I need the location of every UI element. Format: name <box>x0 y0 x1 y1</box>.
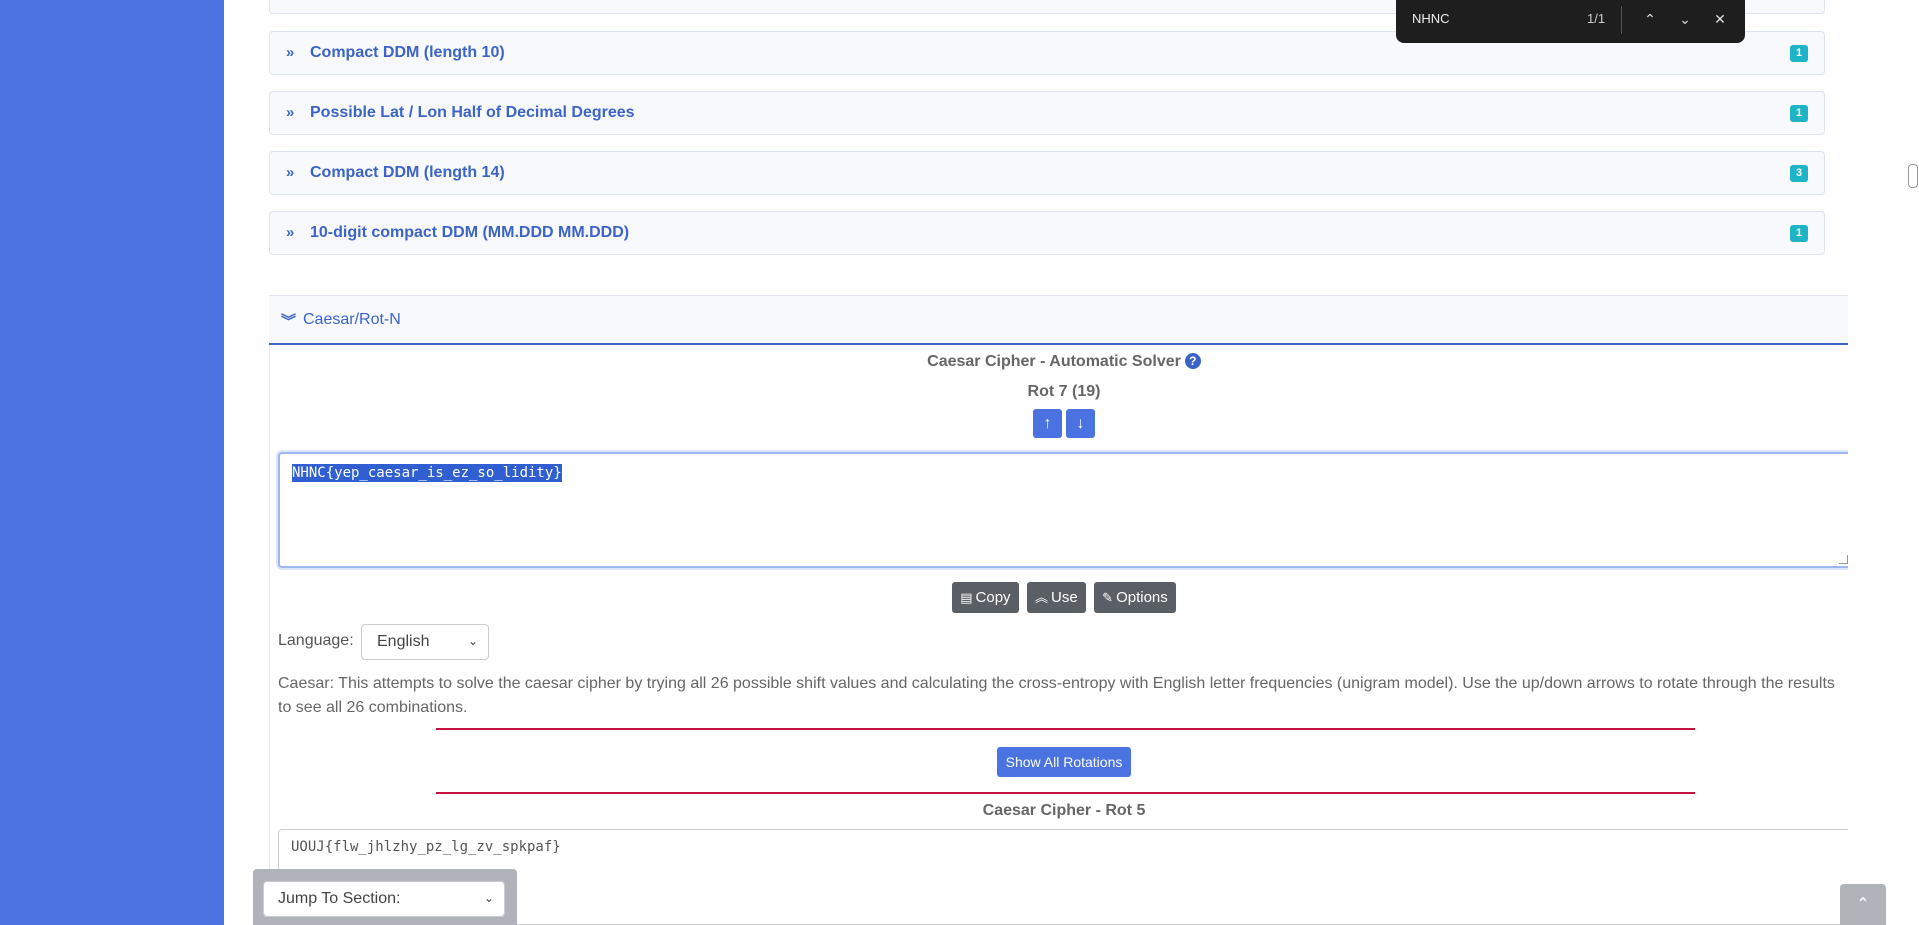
options-button-label: Options <box>1116 589 1168 606</box>
chevron-double-down-icon: ︾ <box>281 313 297 330</box>
chevron-down-icon: ⌄ <box>467 634 478 648</box>
result-actions: ▤ Copy ︽ Use ✎ Options <box>270 582 1858 613</box>
copy-button-label: Copy <box>975 589 1011 606</box>
divider-bottom <box>436 792 1695 794</box>
left-background-band <box>0 0 224 925</box>
resize-grip-icon[interactable] <box>1839 555 1848 564</box>
find-query[interactable]: NHNC <box>1412 11 1450 26</box>
chevron-double-right-icon: » <box>286 44 295 61</box>
close-icon[interactable]: ✕ <box>1710 9 1730 29</box>
use-button-label: Use <box>1051 589 1078 606</box>
chevron-double-up-icon: ︽ <box>1035 590 1049 605</box>
accordion-item-label: Possible Lat / Lon Half of Decimal Degre… <box>310 104 635 121</box>
accordion-item-label: Compact DDM (length 10) <box>310 44 505 61</box>
solver-title: Caesar Cipher - Automatic Solver <box>927 353 1181 370</box>
jump-panel: Jump To Section: ⌄ <box>253 869 517 925</box>
chevron-double-right-icon: » <box>286 104 295 121</box>
scrollbar-thumb[interactable] <box>1908 164 1918 188</box>
use-button[interactable]: ︽ Use <box>1027 582 1086 613</box>
chevron-double-right-icon: » <box>286 164 295 181</box>
caesar-section-body: Caesar Cipher - Automatic Solver? Rot 7 … <box>269 345 1859 925</box>
caret-up-icon: ⌃ <box>1856 896 1870 913</box>
result-text: NHNC{yep_caesar_is_ez_so_lidity} <box>292 464 562 482</box>
find-bar: NHNC 1/1 ⌃ ⌄ ✕ <box>1396 0 1745 43</box>
rotation-label: Rot 7 (19) <box>1027 383 1101 400</box>
main-page: » Compact DDM (length 10) 1 » Possible L… <box>224 0 1859 925</box>
rot5-title: Caesar Cipher - Rot 5 <box>982 802 1146 819</box>
jump-placeholder: Jump To Section: <box>278 890 401 907</box>
count-badge: 3 <box>1790 165 1808 182</box>
rotate-down-button[interactable]: ↓ <box>1066 409 1095 438</box>
count-badge: 1 <box>1790 225 1808 242</box>
result-textarea[interactable]: NHNC{yep_caesar_is_ez_so_lidity} <box>278 452 1852 568</box>
wrench-icon: ✎ <box>1102 590 1114 605</box>
section-title: Caesar/Rot-N <box>303 311 401 328</box>
language-label: Language: <box>278 632 354 649</box>
accordion-item-compact-ddm-14[interactable]: » Compact DDM (length 14) 3 <box>269 151 1825 195</box>
clipboard-icon: ▤ <box>960 590 973 605</box>
back-to-top-button[interactable]: ⌃ <box>1840 884 1886 925</box>
find-next-icon[interactable]: ⌄ <box>1675 9 1695 29</box>
divider-top <box>436 728 1695 730</box>
accordion-item-label: Compact DDM (length 14) <box>310 164 505 181</box>
copy-button[interactable]: ▤ Copy <box>952 582 1019 613</box>
section-header-caesar[interactable]: ︾ Caesar/Rot-N <box>269 295 1859 345</box>
find-divider <box>1621 6 1622 34</box>
accordion-item-label: 10-digit compact DDM (MM.DDD MM.DDD) <box>310 224 630 241</box>
count-badge: 1 <box>1790 45 1808 62</box>
solver-title-row: Caesar Cipher - Automatic Solver? <box>270 353 1858 371</box>
help-icon[interactable]: ? <box>1184 353 1201 369</box>
rot5-text: UOUJ{flw_jhlzhy_pz_lg_zv_spkpaf} <box>291 839 561 855</box>
language-select[interactable]: English ⌄ <box>361 624 489 660</box>
find-count: 1/1 <box>1587 11 1606 26</box>
options-button[interactable]: ✎ Options <box>1094 582 1176 613</box>
solver-description: Caesar: This attempts to solve the caesa… <box>278 675 1835 716</box>
find-previous-icon[interactable]: ⌃ <box>1640 9 1660 29</box>
rotation-arrows: ↑ ↓ <box>270 409 1858 438</box>
language-selected: English <box>377 633 430 650</box>
chevron-double-right-icon: » <box>286 224 295 241</box>
chevron-down-icon: ⌄ <box>483 891 494 905</box>
right-gutter <box>1848 0 1919 925</box>
show-all-rotations-button[interactable]: Show All Rotations <box>996 747 1132 777</box>
jump-to-section-select[interactable]: Jump To Section: ⌄ <box>263 881 505 917</box>
rotate-up-button[interactable]: ↑ <box>1033 409 1062 438</box>
accordion-item-lat-lon-half[interactable]: » Possible Lat / Lon Half of Decimal Deg… <box>269 91 1825 135</box>
show-all-row: Show All Rotations <box>270 747 1858 777</box>
accordion-item-10-digit-ddm[interactable]: » 10-digit compact DDM (MM.DDD MM.DDD) 1 <box>269 211 1825 255</box>
count-badge: 1 <box>1790 105 1808 122</box>
